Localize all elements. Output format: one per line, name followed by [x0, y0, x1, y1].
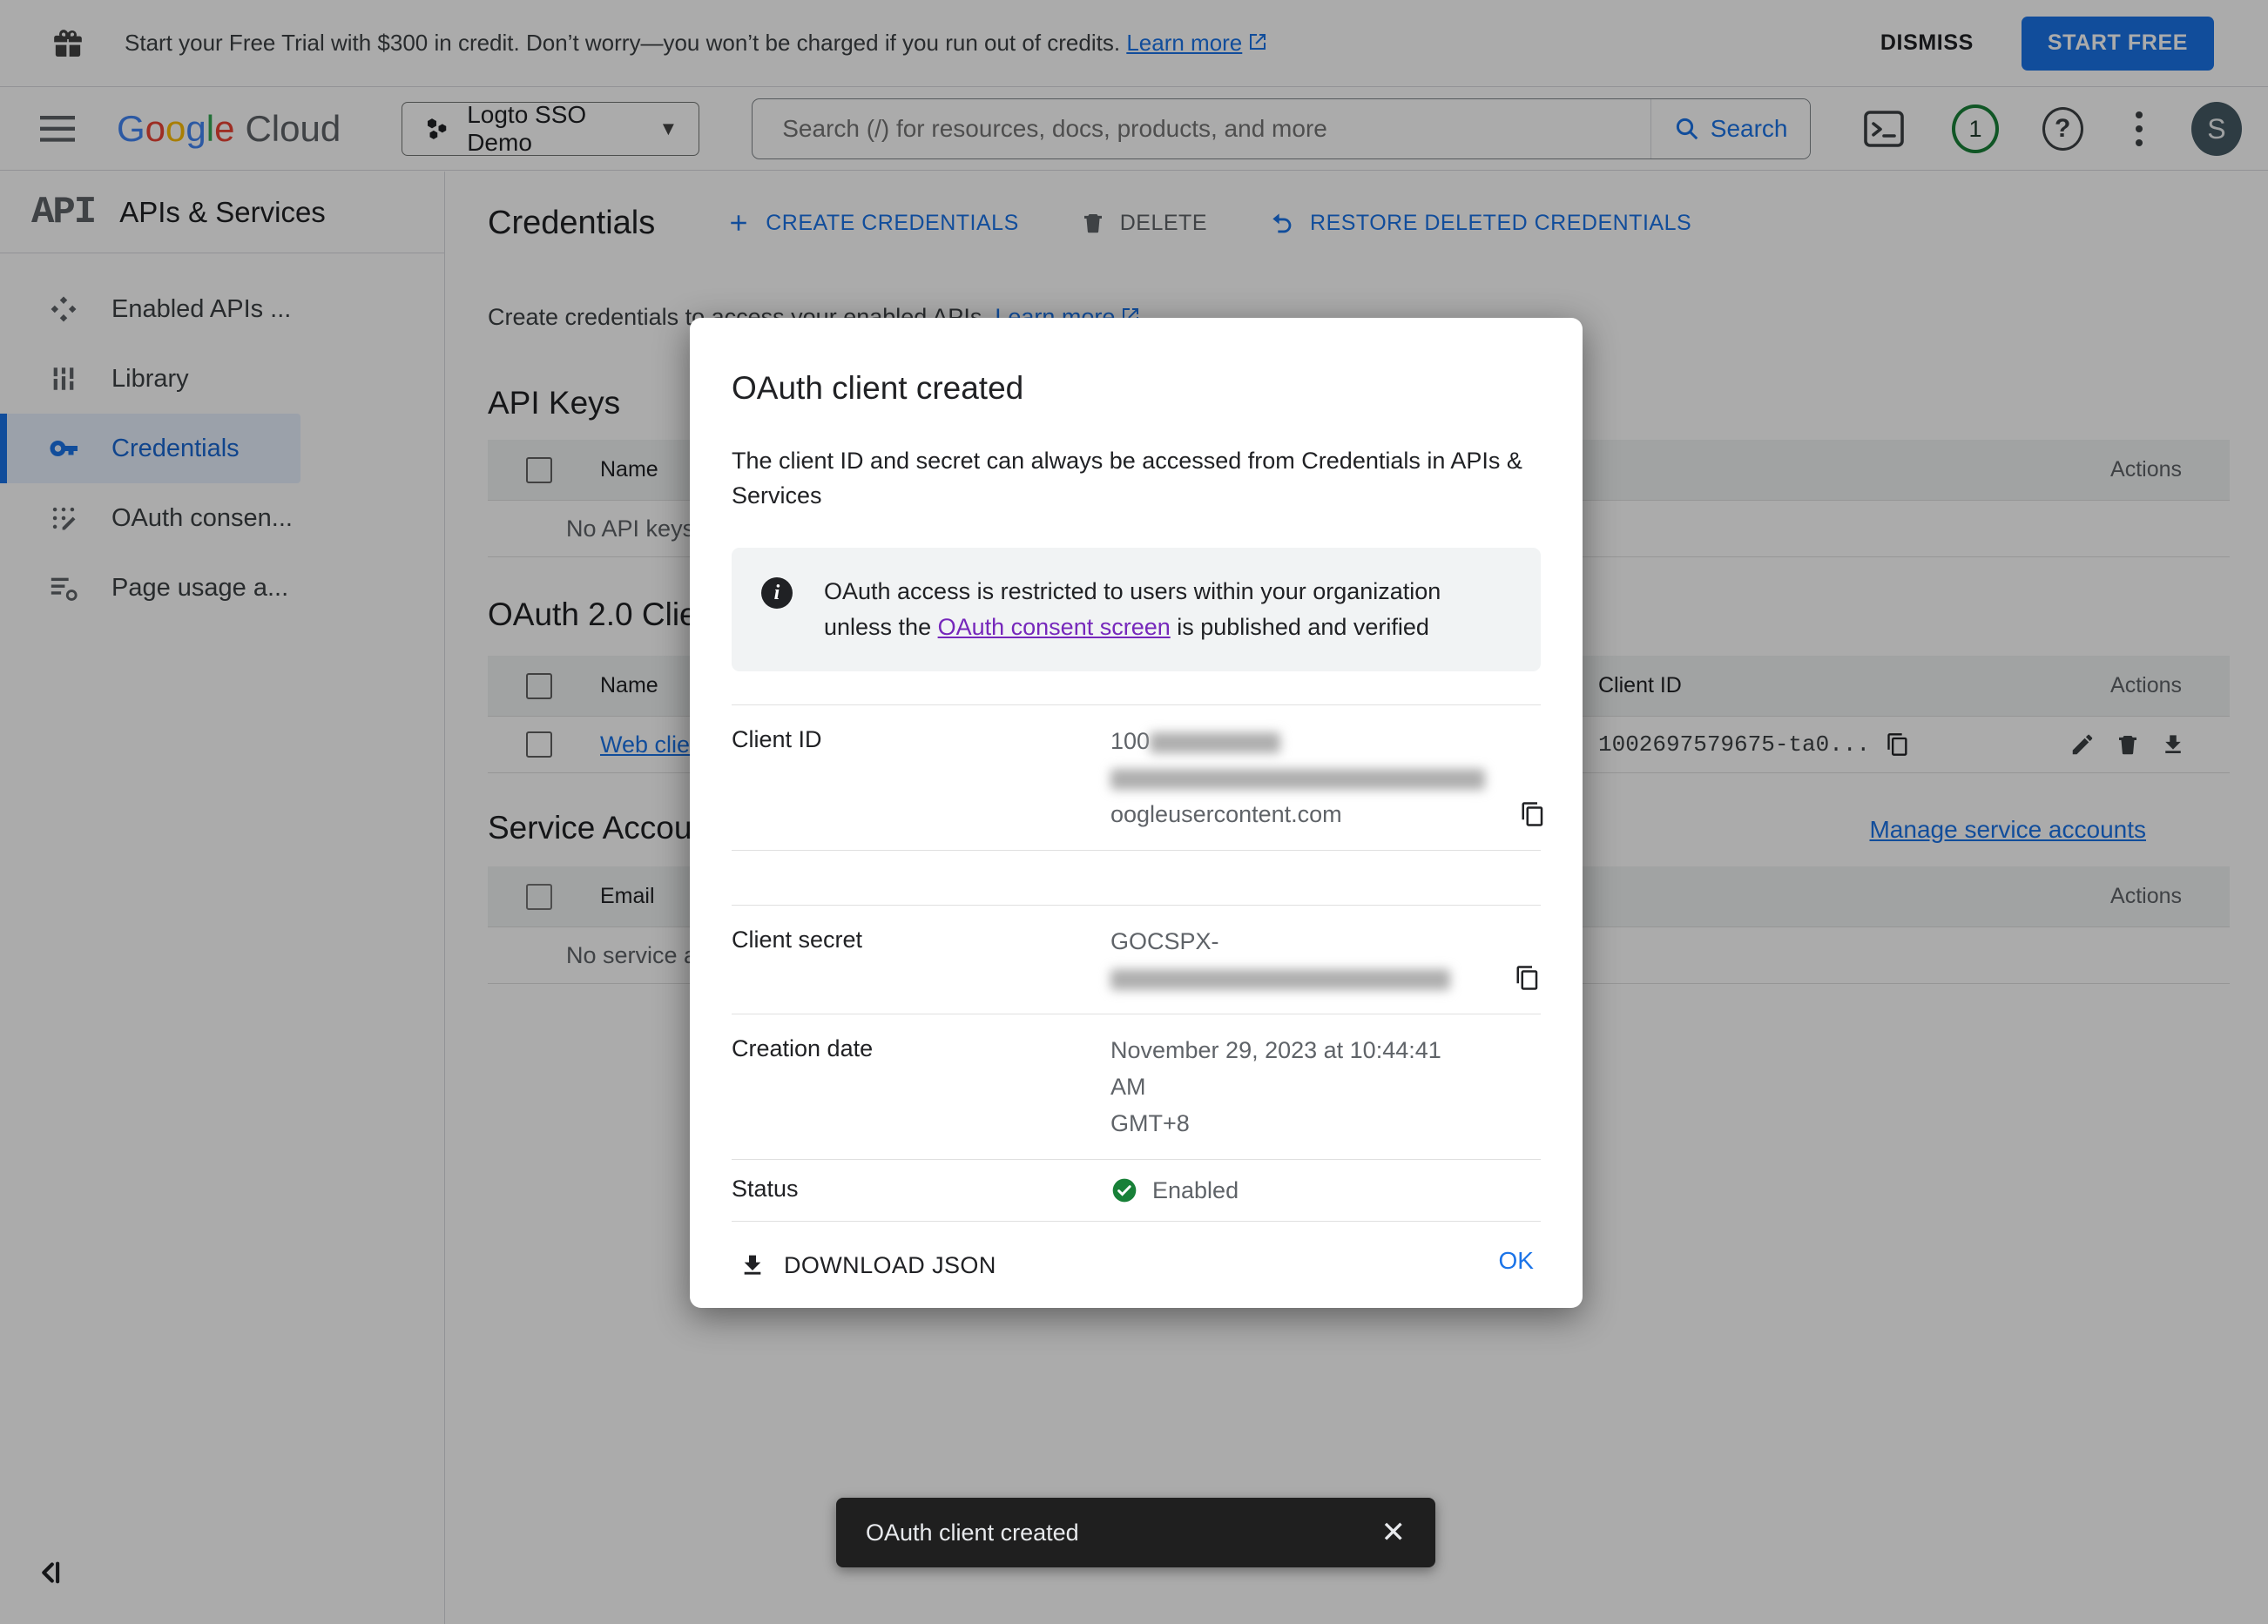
oauth-client-created-dialog: OAuth client created The client ID and s… — [690, 318, 1583, 1308]
client-id-value: 100 oogleusercontent.com — [1110, 723, 1546, 832]
client-id-row: Client ID 100 oogleusercontent.com — [732, 705, 1543, 850]
client-secret-value: GOCSPX- — [1110, 923, 1541, 996]
client-id-label: Client ID — [732, 726, 822, 752]
check-circle-icon — [1110, 1176, 1138, 1204]
toast-message: OAuth client created — [866, 1519, 1079, 1546]
status-label: Status — [732, 1176, 799, 1202]
google-cloud-console: Start your Free Trial with $300 in credi… — [0, 0, 2268, 1624]
creation-date-label: Creation date — [732, 1035, 874, 1061]
client-secret-label: Client secret — [732, 927, 863, 953]
client-secret-row: Client secret GOCSPX- — [732, 906, 1541, 1014]
redacted-text — [1150, 731, 1281, 753]
toast-snackbar: OAuth client created ✕ — [836, 1498, 1435, 1567]
dialog-title: OAuth client created — [732, 370, 1024, 406]
info-banner: i OAuth access is restricted to users wi… — [732, 548, 1541, 671]
status-row: Status Enabled — [732, 1160, 1541, 1221]
creation-date-value: November 29, 2023 at 10:44:41 AM GMT+8 — [1110, 1037, 1441, 1136]
info-text: OAuth access is restricted to users with… — [824, 578, 1441, 640]
status-value: Enabled — [1110, 1172, 1541, 1209]
creation-date-row: Creation date November 29, 2023 at 10:44… — [732, 1014, 1541, 1159]
download-json-button[interactable]: DOWNLOAD JSON — [739, 1251, 1541, 1279]
redacted-text — [1110, 968, 1450, 990]
copy-icon[interactable] — [1515, 965, 1541, 991]
copy-icon[interactable] — [1520, 801, 1546, 827]
close-icon[interactable]: ✕ — [1381, 1518, 1407, 1547]
redacted-text — [1110, 768, 1485, 790]
download-icon — [739, 1251, 766, 1279]
ok-button[interactable]: OK — [1499, 1247, 1534, 1275]
info-icon: i — [761, 577, 793, 609]
dialog-body-text: The client ID and secret can always be a… — [732, 448, 1522, 509]
oauth-consent-screen-link[interactable]: OAuth consent screen — [938, 614, 1171, 640]
